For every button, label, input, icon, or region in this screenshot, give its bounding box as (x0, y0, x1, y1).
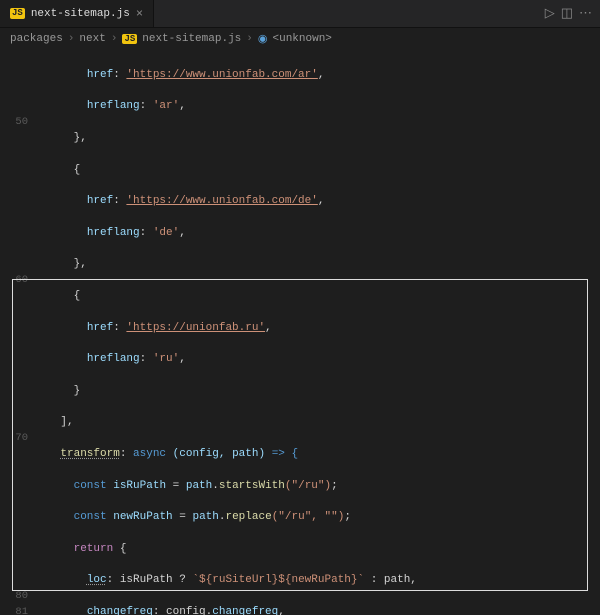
code-area[interactable]: href: 'https://www.unionfab.com/ar', hre… (34, 50, 600, 615)
breadcrumb: packages › next › JS next-sitemap.js › ◉… (0, 28, 600, 50)
crumb-symbol[interactable]: <unknown> (273, 33, 332, 45)
editor-tab[interactable]: JS next-sitemap.js × (0, 0, 154, 27)
chevron-right-icon: › (246, 33, 253, 45)
crumb-file[interactable]: next-sitemap.js (142, 33, 241, 45)
tab-actions: ▷ ◫ ⋯ (537, 0, 600, 27)
more-icon[interactable]: ⋯ (579, 6, 592, 21)
tab-bar: JS next-sitemap.js × ▷ ◫ ⋯ (0, 0, 600, 28)
line-gutter: 50 60 70 80 81 (0, 50, 34, 615)
crumb-next[interactable]: next (79, 33, 105, 45)
js-file-icon: JS (122, 34, 137, 44)
js-file-icon: JS (10, 8, 25, 19)
split-editor-icon[interactable]: ◫ (561, 6, 573, 21)
crumb-packages[interactable]: packages (10, 33, 63, 45)
symbol-icon: ◉ (258, 32, 268, 46)
tab-filename: next-sitemap.js (31, 8, 130, 20)
close-icon[interactable]: × (136, 7, 143, 21)
run-icon[interactable]: ▷ (545, 6, 555, 21)
chevron-right-icon: › (111, 33, 118, 45)
chevron-right-icon: › (68, 33, 75, 45)
code-editor[interactable]: 50 60 70 80 81 href: 'https://www.unionf… (0, 50, 600, 615)
